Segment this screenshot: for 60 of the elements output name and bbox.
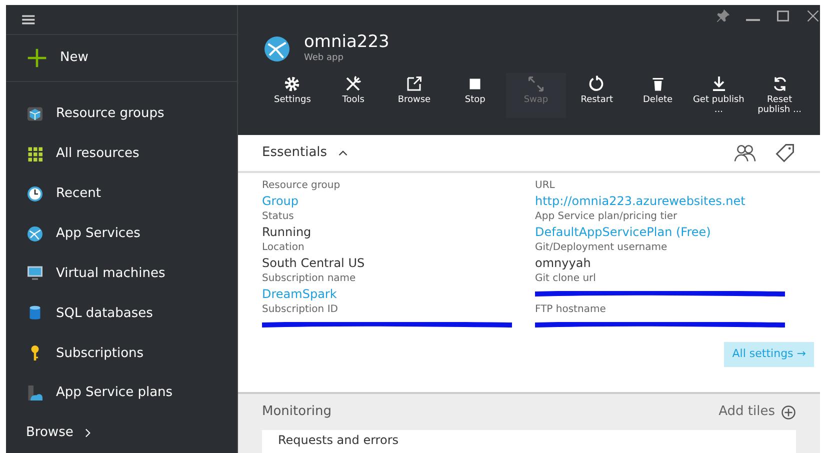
toolbar-button[interactable]: Restart	[566, 73, 628, 118]
toolbar-button[interactable]: Stop	[444, 73, 506, 118]
field-label: Git clone url	[535, 272, 597, 285]
sidebar-item[interactable]: All resources	[6, 134, 237, 174]
sidebar-item[interactable]: Recent	[6, 174, 237, 214]
add-tiles-button[interactable]: Add tiles	[718, 402, 796, 422]
minimize-icon	[746, 19, 760, 21]
field-label: FTP hostname	[535, 303, 607, 316]
monitor-icon	[26, 264, 44, 282]
restart-icon	[588, 75, 606, 94]
toolbar-button[interactable]: Settings	[262, 73, 323, 118]
sidebar-item[interactable]: Subscriptions	[6, 333, 237, 374]
field-label: App Service plan/pricing tier	[535, 210, 678, 223]
gear-icon	[283, 75, 302, 94]
clock-icon	[26, 184, 44, 203]
toolbar-button[interactable]: Delete	[627, 73, 688, 118]
grid-icon	[26, 144, 44, 163]
section-title: Monitoring	[262, 403, 332, 422]
tools-icon	[344, 75, 362, 94]
add-circle-icon	[781, 404, 796, 420]
sidebar-item[interactable]: Virtual machines	[6, 254, 237, 294]
cube-icon	[26, 104, 44, 123]
swap-icon	[527, 75, 545, 94]
field-value: omnyyah	[535, 255, 592, 272]
toolbar-button[interactable]: Reset publish ...	[749, 73, 810, 118]
web-app-icon	[262, 34, 292, 64]
users-icon	[732, 142, 758, 164]
browse-link[interactable]: Browse	[6, 413, 237, 453]
toolbar-button[interactable]: Browse	[384, 73, 445, 118]
field-label: Location	[262, 241, 306, 254]
sidebar-item[interactable]: App Services	[6, 214, 237, 254]
new-button[interactable]: New	[26, 46, 88, 69]
external-link-icon	[405, 75, 424, 94]
sidebar-item[interactable]: Resource groups	[6, 94, 237, 134]
maximize-icon	[776, 9, 790, 23]
essentials-toggle[interactable]: Essentials	[262, 143, 350, 163]
field-value: South Central US	[262, 255, 366, 272]
plan-icon	[26, 384, 44, 402]
field-label: Subscription name	[262, 272, 357, 285]
field-label: Resource group	[262, 179, 342, 192]
users-button[interactable]	[732, 142, 758, 164]
menu-button[interactable]: ≡	[20, 9, 37, 29]
field-label: Status	[262, 210, 295, 223]
plus-icon	[26, 46, 48, 69]
blade-title: omnia223	[304, 33, 390, 52]
field-label: Subscription ID	[262, 303, 339, 316]
blade-subtitle: Web app	[304, 52, 344, 65]
toolbar-button[interactable]: Tools	[322, 73, 384, 118]
field-label: URL	[535, 179, 556, 192]
tile-title: Requests and errors	[278, 433, 400, 447]
tag-icon	[774, 142, 796, 164]
field-label: Git/Deployment username	[535, 241, 668, 254]
tags-button[interactable]	[774, 142, 796, 164]
toolbar-button[interactable]: Get publish ...	[688, 73, 750, 118]
chevron-up-icon	[337, 148, 350, 158]
close-icon	[806, 9, 820, 23]
sidebar-item[interactable]: SQL databases	[6, 293, 237, 334]
field-value: Running	[262, 224, 312, 241]
pin-icon	[716, 9, 730, 23]
sidebar-item[interactable]: App Service plans	[6, 373, 237, 414]
